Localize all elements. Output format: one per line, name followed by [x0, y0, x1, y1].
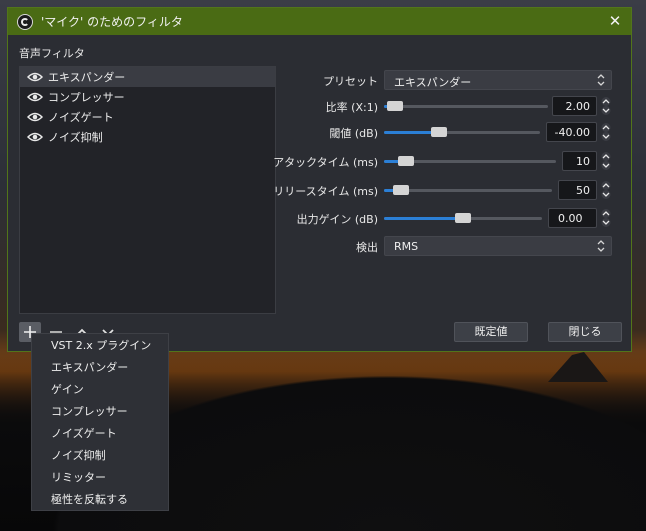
- attack-value: 10: [576, 155, 590, 168]
- output-gain-slider[interactable]: [384, 213, 542, 223]
- preset-select[interactable]: エキスパンダー: [384, 70, 612, 90]
- menu-item-invert-polarity[interactable]: 極性を反転する: [32, 489, 168, 511]
- attack-slider-handle[interactable]: [398, 156, 415, 166]
- output-gain-label: 出力ゲイン (dB): [296, 213, 378, 226]
- output-gain-spinbox[interactable]: 0.00: [548, 208, 597, 228]
- threshold-value: -40.00: [554, 126, 590, 139]
- close-button[interactable]: 閉じる: [548, 322, 622, 342]
- ratio-value: 2.00: [565, 100, 591, 113]
- detect-value: RMS: [394, 240, 419, 253]
- release-slider[interactable]: [384, 185, 552, 195]
- eye-icon[interactable]: [27, 72, 43, 82]
- output-gain-value: 0.00: [558, 212, 583, 225]
- release-slider-handle[interactable]: [392, 185, 409, 195]
- threshold-spinbox[interactable]: -40.00: [546, 122, 597, 142]
- attack-row: アタックタイム (ms) 10: [268, 151, 614, 171]
- threshold-stepper-icon[interactable]: [599, 123, 613, 141]
- release-label: リリースタイム (ms): [273, 185, 378, 198]
- filter-item-label: エキスパンダー: [48, 71, 126, 84]
- eye-icon[interactable]: [27, 112, 43, 122]
- preset-value: エキスパンダー: [394, 76, 472, 89]
- filter-list: エキスパンダー コンプレッサー ノイズゲート ノイズ抑制: [19, 66, 276, 314]
- add-filter-menu: VST 2.x プラグイン エキスパンダー ゲイン コンプレッサー ノイズゲート…: [31, 333, 169, 511]
- ratio-slider[interactable]: [384, 101, 548, 111]
- attack-stepper-icon[interactable]: [599, 152, 613, 170]
- menu-item-gain[interactable]: ゲイン: [32, 379, 168, 401]
- detect-select[interactable]: RMS: [384, 236, 612, 256]
- output-gain-row: 出力ゲイン (dB) 0.00: [268, 208, 614, 228]
- threshold-label: 閾値 (dB): [329, 127, 378, 140]
- output-gain-slider-handle[interactable]: [455, 213, 471, 223]
- attack-slider[interactable]: [384, 156, 556, 166]
- release-stepper-icon[interactable]: [599, 181, 613, 199]
- ratio-slider-handle[interactable]: [387, 101, 404, 111]
- threshold-row: 閾値 (dB) -40.00: [268, 122, 614, 142]
- ratio-row: 比率 (X:1) 2.00: [268, 96, 614, 116]
- filter-item-label: コンプレッサー: [48, 91, 125, 104]
- menu-item-noise-suppression[interactable]: ノイズ抑制: [32, 445, 168, 467]
- attack-label: アタックタイム (ms): [273, 156, 378, 169]
- filter-item-label: ノイズゲート: [48, 111, 114, 124]
- filters-dialog: 'マイク' のためのフィルタ ✕ 音声フィルタ エキスパンダー コンプレッサー …: [7, 7, 632, 352]
- eye-icon[interactable]: [27, 92, 43, 102]
- updown-arrows-icon: [597, 240, 605, 252]
- filter-item-noise-gate[interactable]: ノイズゲート: [20, 107, 275, 127]
- threshold-slider[interactable]: [384, 127, 540, 137]
- ratio-stepper-icon[interactable]: [599, 97, 613, 115]
- audio-filters-label: 音声フィルタ: [19, 47, 85, 60]
- release-row: リリースタイム (ms) 50: [268, 180, 614, 200]
- release-value: 50: [576, 184, 590, 197]
- eye-icon[interactable]: [27, 132, 43, 142]
- menu-item-limiter[interactable]: リミッター: [32, 467, 168, 489]
- obs-logo-icon: [17, 13, 33, 30]
- preset-label: プリセット: [323, 75, 378, 88]
- filter-item-compressor[interactable]: コンプレッサー: [20, 87, 275, 107]
- filter-item-noise-suppression[interactable]: ノイズ抑制: [20, 127, 275, 147]
- menu-item-noise-gate[interactable]: ノイズゲート: [32, 423, 168, 445]
- ratio-label: 比率 (X:1): [325, 101, 378, 114]
- output-gain-stepper-icon[interactable]: [599, 209, 613, 227]
- detect-label: 検出: [356, 241, 378, 254]
- attack-spinbox[interactable]: 10: [562, 151, 597, 171]
- menu-item-expander[interactable]: エキスパンダー: [32, 357, 168, 379]
- window-title: 'マイク' のためのフィルタ: [41, 15, 183, 29]
- preset-row: プリセット エキスパンダー: [268, 70, 614, 90]
- menu-item-vst[interactable]: VST 2.x プラグイン: [32, 335, 168, 357]
- detect-row: 検出 RMS: [268, 236, 614, 256]
- close-window-button[interactable]: ✕: [605, 11, 625, 31]
- release-spinbox[interactable]: 50: [558, 180, 597, 200]
- filter-item-expander[interactable]: エキスパンダー: [20, 67, 275, 87]
- filter-item-label: ノイズ抑制: [48, 131, 103, 144]
- menu-item-compressor[interactable]: コンプレッサー: [32, 401, 168, 423]
- defaults-button[interactable]: 既定値: [454, 322, 528, 342]
- ratio-spinbox[interactable]: 2.00: [552, 96, 597, 116]
- output-gain-slider-fill: [384, 217, 463, 220]
- title-bar: 'マイク' のためのフィルタ ✕: [8, 8, 631, 35]
- updown-arrows-icon: [597, 74, 605, 86]
- threshold-slider-handle[interactable]: [430, 127, 447, 137]
